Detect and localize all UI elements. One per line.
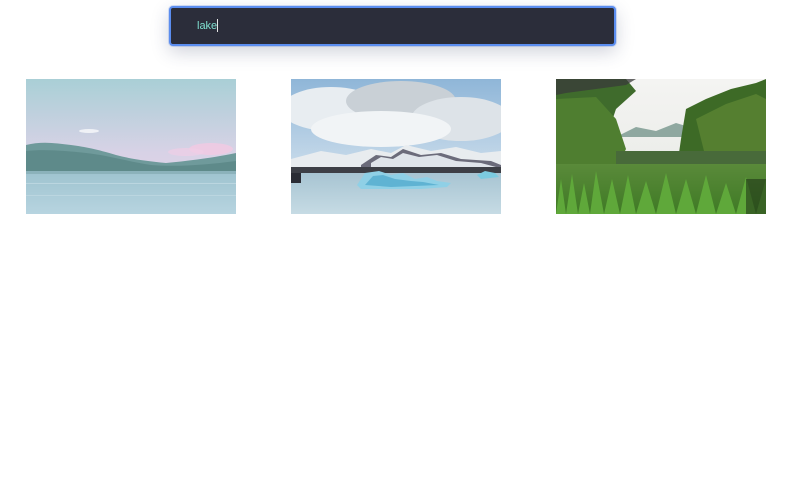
glacier-lagoon-icebergs-photo bbox=[291, 79, 501, 214]
lake-mountains-photo bbox=[26, 79, 236, 214]
results-grid bbox=[26, 79, 766, 214]
search-bar[interactable]: lake bbox=[169, 6, 616, 46]
green-marsh-lake-photo bbox=[556, 79, 766, 214]
result-image-lake-mountains[interactable] bbox=[26, 79, 236, 214]
page: lake bbox=[0, 0, 797, 501]
result-image-glacier-lagoon[interactable] bbox=[291, 79, 501, 214]
result-image-green-marsh[interactable] bbox=[556, 79, 766, 214]
text-caret bbox=[217, 19, 219, 32]
search-input-text: lake bbox=[197, 20, 218, 32]
search-input[interactable]: lake bbox=[197, 8, 597, 44]
